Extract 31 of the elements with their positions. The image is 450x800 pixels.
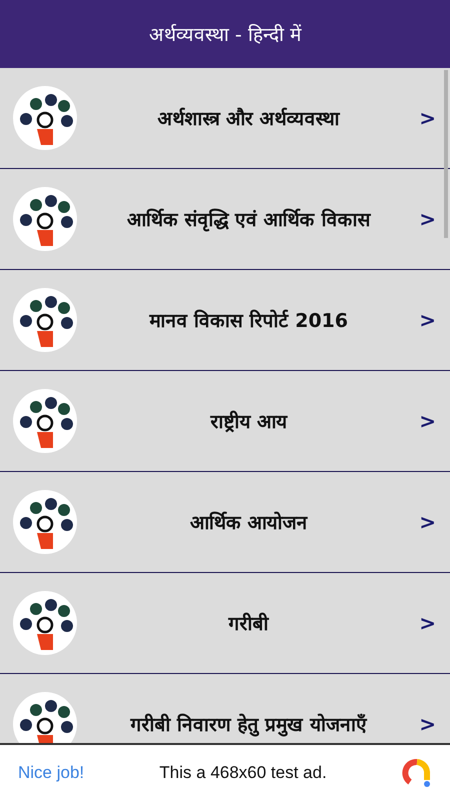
app-title: अर्थव्यवस्था - हिन्दी में xyxy=(149,23,301,47)
chevron: > xyxy=(419,409,436,433)
chevron: > xyxy=(419,712,436,736)
magnifier-emblem-icon xyxy=(12,85,78,151)
magnifier-emblem-icon xyxy=(12,590,78,656)
topic-item[interactable]: अर्थशास्त्र और अर्थव्यवस्था > xyxy=(0,68,450,169)
chevron: > xyxy=(419,510,436,534)
chevron: > xyxy=(419,207,436,231)
magnifier-emblem-icon xyxy=(12,388,78,454)
chevron: > xyxy=(419,308,436,332)
topic-title: आर्थिक संवृद्धि एवं आर्थिक विकास xyxy=(126,208,372,232)
chevron: > xyxy=(419,106,436,130)
topic-title: मानव विकास रिपोर्ट 2016 xyxy=(148,308,349,333)
magnifier-emblem-icon xyxy=(12,287,78,353)
topic-item[interactable]: गरीबी > xyxy=(0,573,450,674)
topic-item[interactable]: मानव विकास रिपोर्ट 2016 > xyxy=(0,270,450,371)
magnifier-emblem-icon xyxy=(12,186,78,252)
ad-headline: Nice job! xyxy=(18,762,84,782)
scrollbar[interactable] xyxy=(444,70,448,238)
topic-title: अर्थशास्त्र और अर्थव्यवस्था xyxy=(156,106,341,131)
topic-item[interactable]: आर्थिक संवृद्धि एवं आर्थिक विकास > xyxy=(0,169,450,270)
topic-title: गरीबी xyxy=(227,612,270,636)
topic-item[interactable]: राष्ट्रीय आय > xyxy=(0,371,450,472)
ad-message: This a 468x60 test ad. xyxy=(159,762,327,782)
topic-title: राष्ट्रीय आय xyxy=(209,410,289,434)
magnifier-emblem-icon xyxy=(12,489,78,555)
ad-logo-icon xyxy=(402,758,432,788)
topic-title: आर्थिक आयोजन xyxy=(188,510,309,535)
topic-item[interactable]: आर्थिक आयोजन > xyxy=(0,472,450,573)
topic-title: गरीबी निवारण हेतु प्रमुख योजनाएँ xyxy=(129,712,368,737)
chevron: > xyxy=(419,611,436,635)
